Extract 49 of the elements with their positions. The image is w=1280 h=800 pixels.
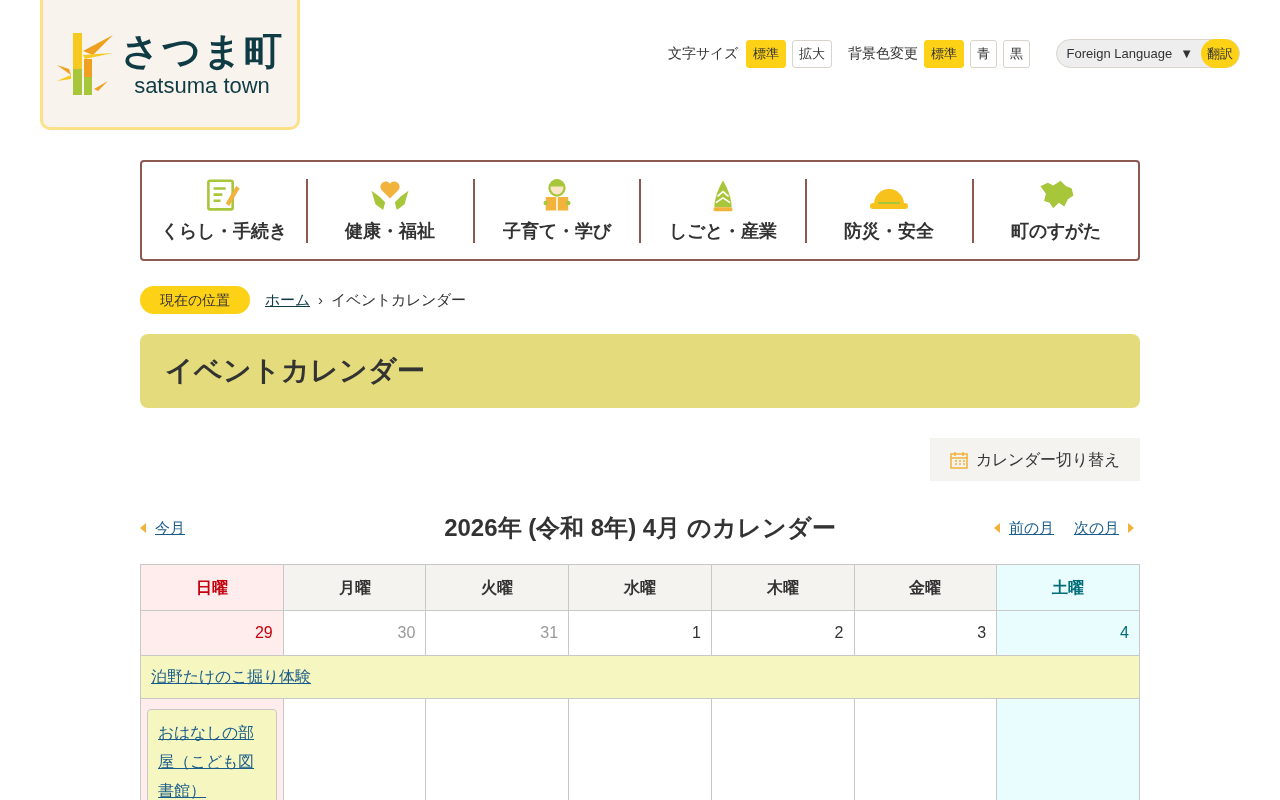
date-cell: 31 — [425, 610, 569, 656]
calendar-icon — [950, 450, 968, 469]
event-link[interactable]: おはなしの部屋（こども図書館） — [158, 718, 266, 800]
event-link[interactable]: 泊野たけのこ掘り体験 — [151, 668, 311, 685]
nav-item[interactable]: 防災・安全 — [807, 178, 974, 243]
option-button[interactable]: 拡大 — [791, 39, 832, 68]
option-button[interactable]: 標準 — [923, 39, 964, 68]
background-color-label: 背景色変更 — [847, 44, 918, 63]
previous-month-link[interactable]: 前の月 — [994, 516, 1054, 540]
weekday-header: 月曜 — [283, 564, 426, 611]
logo-card[interactable]: さつま町 satsuma town — [40, 0, 300, 130]
weekday-header: 火曜 — [425, 564, 569, 611]
weekday-header: 金曜 — [854, 564, 997, 611]
calendar-switch-button[interactable]: カレンダー切り替え — [930, 438, 1140, 481]
logo-title: さつま町 — [120, 28, 284, 73]
breadcrumb-separator: › — [318, 289, 323, 310]
calendar-title: 2026年 (令和 8年) 4月 のカレンダー — [444, 513, 836, 543]
translate-button[interactable]: 翻訳 — [1201, 39, 1239, 68]
nav-item[interactable]: くらし・手続き — [142, 178, 309, 243]
option-button[interactable]: 標準 — [745, 39, 786, 68]
logo-subtitle: satsuma town — [134, 72, 270, 99]
option-button[interactable]: 青 — [969, 39, 997, 68]
this-month-link[interactable]: 今月 — [140, 516, 320, 540]
nav-item[interactable]: 子育て・学び — [474, 178, 641, 243]
breadcrumb-link[interactable]: ホーム — [265, 288, 310, 312]
nav-item[interactable]: 町のすがた — [973, 178, 1138, 243]
font-size-label: 文字サイズ — [667, 44, 738, 63]
weekday-header: 日曜 — [140, 564, 284, 611]
right-caret-icon — [1128, 523, 1134, 533]
left-caret-icon — [994, 523, 1000, 533]
weekday-header: 土曜 — [996, 564, 1140, 611]
left-caret-icon — [140, 523, 146, 533]
date-cell: 29 — [140, 610, 284, 656]
date-cell: 4 — [996, 610, 1140, 656]
location-badge: 現在の位置 — [140, 286, 250, 314]
page-title: イベントカレンダー — [140, 334, 1140, 408]
date-cell: 1 — [568, 610, 712, 656]
breadcrumb-current: イベントカレンダー — [331, 289, 466, 310]
language-select[interactable]: Foreign Language ▼ — [1056, 43, 1201, 64]
weekday-header: 水曜 — [568, 564, 712, 611]
nav-item[interactable]: 健康・福祉 — [308, 178, 475, 243]
weekday-header: 木曜 — [711, 564, 854, 611]
next-month-link[interactable]: 次の月 — [1074, 516, 1134, 540]
date-cell: 30 — [283, 610, 426, 656]
date-cell: 3 — [854, 610, 997, 656]
option-button[interactable]: 黒 — [1002, 39, 1030, 68]
nav-item[interactable]: しごと・産業 — [641, 178, 808, 243]
bamboo-logo-icon — [56, 30, 115, 97]
date-cell: 2 — [711, 610, 854, 656]
